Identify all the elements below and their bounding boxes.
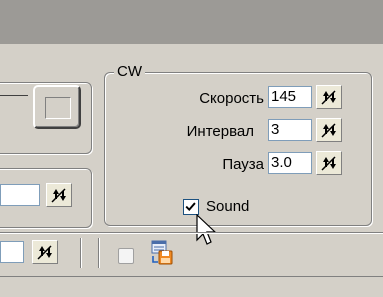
sound-checkbox[interactable] — [183, 199, 199, 215]
speed-label: Скорость — [199, 90, 264, 107]
spin-arrows-icon — [321, 156, 336, 171]
save-log-icon[interactable] — [150, 240, 176, 266]
speed-spin-button[interactable] — [316, 85, 342, 109]
interval-label: Интервал — [186, 123, 254, 140]
cw-group-title: CW — [114, 63, 145, 80]
spin-arrows-icon — [321, 123, 336, 138]
toolbar-separator — [80, 238, 82, 268]
spin-arrows-icon — [37, 245, 52, 260]
spin-arrows-icon — [321, 90, 336, 105]
color-select-button[interactable] — [33, 85, 81, 129]
status-strip — [0, 276, 383, 297]
pause-label: Пауза — [222, 156, 264, 173]
pause-spin-button[interactable] — [316, 151, 342, 175]
speed-field[interactable]: 145 — [268, 86, 312, 108]
left-value-field[interactable] — [0, 184, 40, 206]
checkmark-icon — [185, 202, 196, 212]
sound-label: Sound — [206, 198, 250, 215]
divider-line — [0, 95, 28, 96]
top-header-band — [0, 0, 383, 44]
toolbar-spin-button[interactable] — [32, 240, 58, 264]
spin-arrows-icon — [51, 188, 66, 203]
toolbar-separator — [98, 238, 100, 268]
left-value-spin-button[interactable] — [46, 183, 72, 207]
toolbar-toggle-checkbox[interactable] — [118, 248, 134, 264]
interval-spin-button[interactable] — [316, 118, 342, 142]
toolbar-value-field[interactable] — [0, 241, 24, 263]
pause-field[interactable]: 3.0 — [268, 152, 312, 174]
interval-field[interactable]: 3 — [268, 119, 312, 141]
